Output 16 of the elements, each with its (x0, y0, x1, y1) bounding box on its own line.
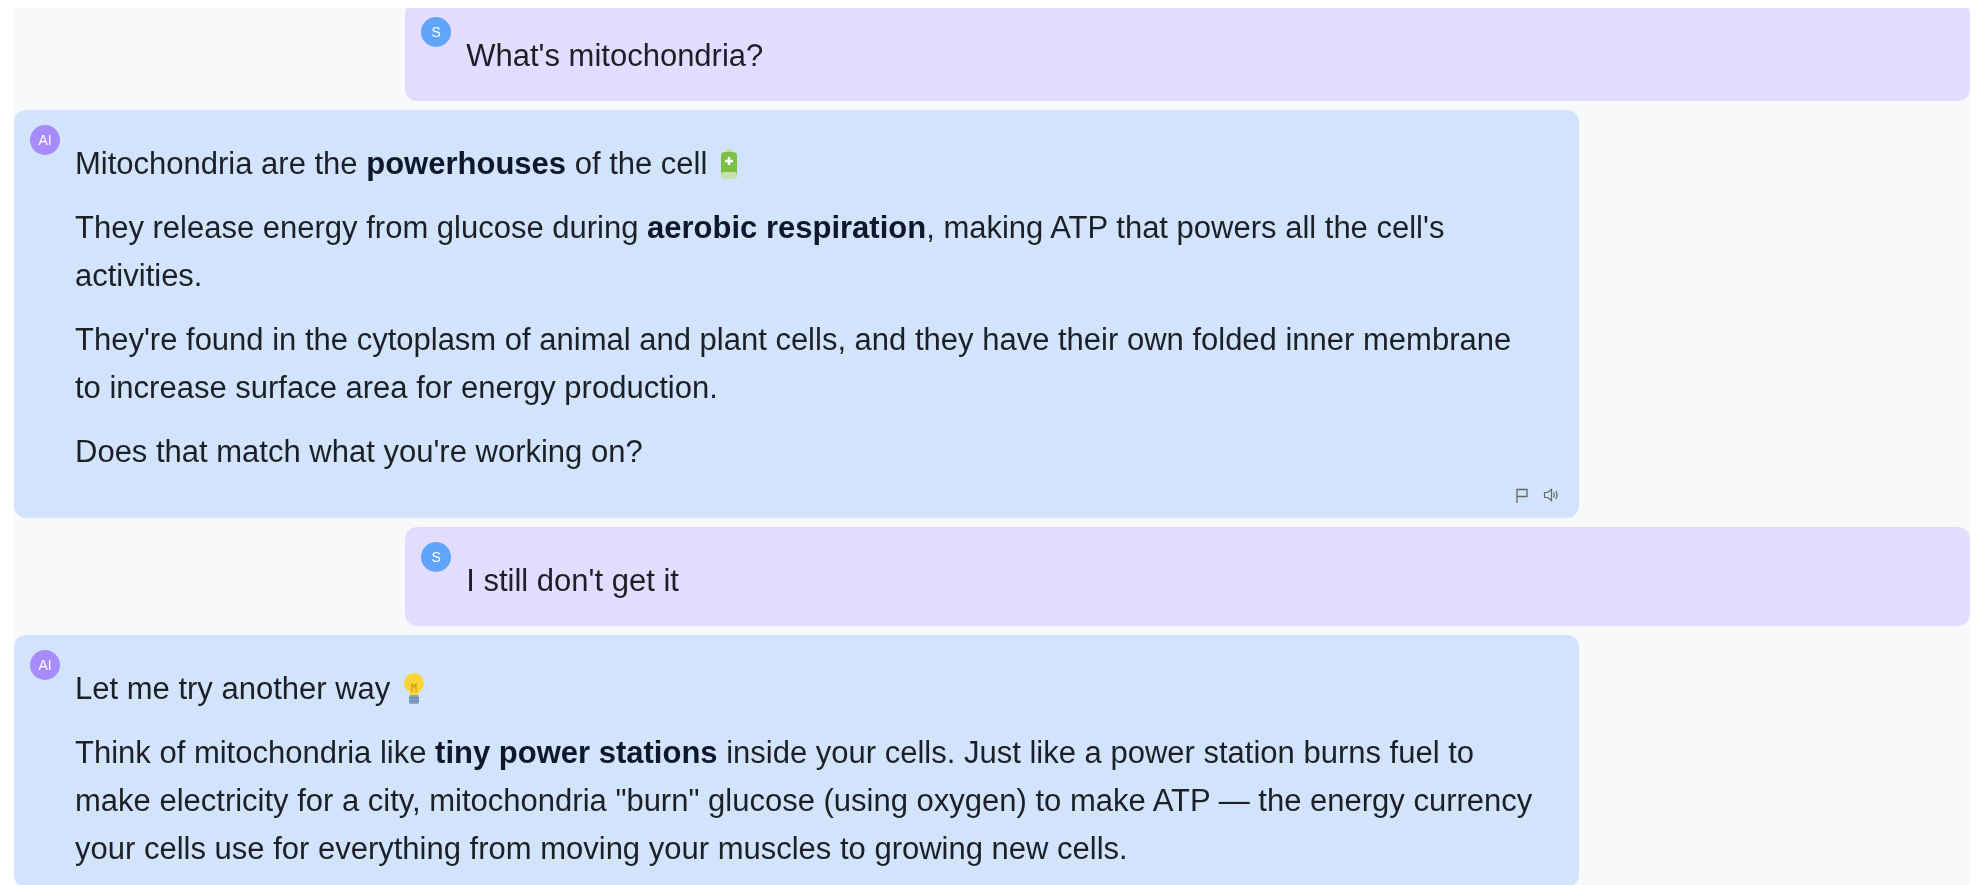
message-text: Let me try another way (75, 670, 391, 708)
user-avatar: S (421, 17, 452, 47)
message-text: Think of mitochondria like tiny power stations inside your cells. Just like a power station burns fuel to make electricity for a city, mitochondria "burn" glucose (using oxygen) to make ATP — the energy currency your cells use for everything from moving your muscles to growing new cells. (75, 734, 1534, 868)
battery-icon (719, 148, 740, 180)
message-text: I still don't get it (466, 562, 680, 600)
message-text: Mitochondria are the powerhouses of the cell (75, 145, 708, 183)
speaker-icon[interactable] (1542, 488, 1559, 502)
message-text: What's mitochondria? (466, 37, 765, 75)
message-text: They're found in the cytoplasm of animal and plant cells, and they have their own folded inner membrane to increase surface area for energy production. (75, 321, 1513, 407)
assistant-avatar: AI (30, 125, 60, 155)
flag-icon[interactable] (1514, 488, 1529, 504)
lightbulb-icon (402, 672, 427, 706)
assistant-avatar: AI (30, 650, 60, 680)
message-text: They release energy from glucose during aerobic respiration, making ATP that powers all the cell's activities. (75, 209, 1446, 295)
user-avatar: S (421, 542, 452, 572)
message-text: Does that match what you're working on? (75, 433, 644, 471)
